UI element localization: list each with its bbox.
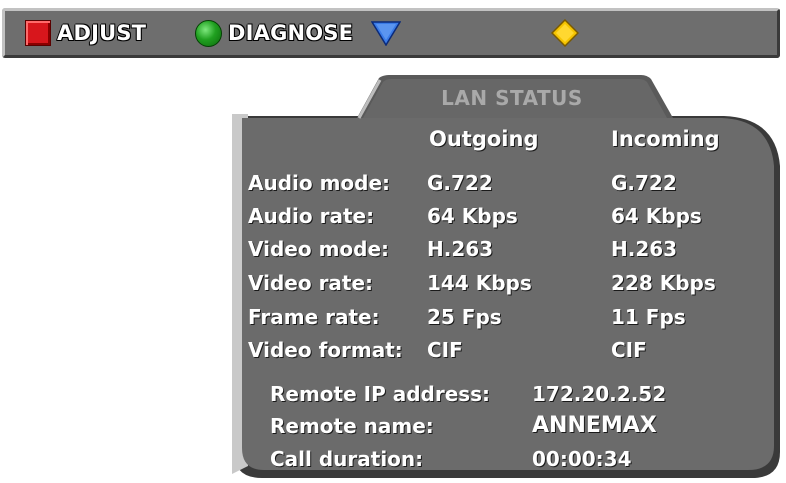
- outgoing-header: Outgoing: [429, 127, 539, 151]
- audio-mode-incoming: G.722: [611, 171, 677, 195]
- adjust-label: ADJUST: [57, 21, 147, 45]
- top-toolbar: ADJUST DIAGNOSE: [2, 8, 780, 58]
- video-mode-outgoing: H.263: [427, 237, 494, 261]
- diagnose-button[interactable]: DIAGNOSE: [195, 11, 353, 55]
- diamond-button[interactable]: [551, 11, 579, 55]
- panel-title: LAN STATUS: [441, 86, 583, 110]
- remote-ip-label: Remote IP address:: [270, 382, 491, 406]
- remote-name-value: ANNEMAX: [532, 413, 657, 438]
- red-square-icon: [25, 20, 51, 46]
- audio-mode-label: Audio mode:: [248, 171, 391, 195]
- yellow-diamond-icon: [551, 19, 579, 47]
- video-rate-label: Video rate:: [248, 271, 374, 295]
- frame-rate-outgoing: 25 Fps: [427, 305, 502, 329]
- frame-rate-label: Frame rate:: [248, 305, 380, 329]
- audio-mode-outgoing: G.722: [427, 171, 493, 195]
- remote-name-label: Remote name:: [270, 414, 434, 438]
- video-rate-outgoing: 144 Kbps: [427, 271, 532, 295]
- call-duration-value: 00:00:34: [532, 447, 632, 471]
- green-circle-icon: [195, 19, 222, 47]
- video-format-label: Video format:: [248, 338, 403, 362]
- audio-rate-outgoing: 64 Kbps: [427, 204, 518, 228]
- incoming-header: Incoming: [611, 127, 720, 151]
- adjust-button[interactable]: ADJUST: [25, 11, 146, 55]
- diagnose-label: DIAGNOSE: [228, 21, 354, 45]
- blue-down-triangle-icon: [371, 21, 401, 46]
- down-arrow-button[interactable]: [371, 11, 401, 55]
- remote-ip-value: 172.20.2.52: [532, 382, 667, 406]
- video-format-incoming: CIF: [611, 338, 647, 362]
- video-mode-incoming: H.263: [611, 237, 678, 261]
- frame-rate-incoming: 11 Fps: [611, 305, 686, 329]
- call-duration-label: Call duration:: [270, 447, 424, 471]
- video-mode-label: Video mode:: [248, 237, 390, 261]
- audio-rate-incoming: 64 Kbps: [611, 204, 702, 228]
- video-format-outgoing: CIF: [427, 338, 463, 362]
- audio-rate-label: Audio rate:: [248, 204, 375, 228]
- video-rate-incoming: 228 Kbps: [611, 271, 716, 295]
